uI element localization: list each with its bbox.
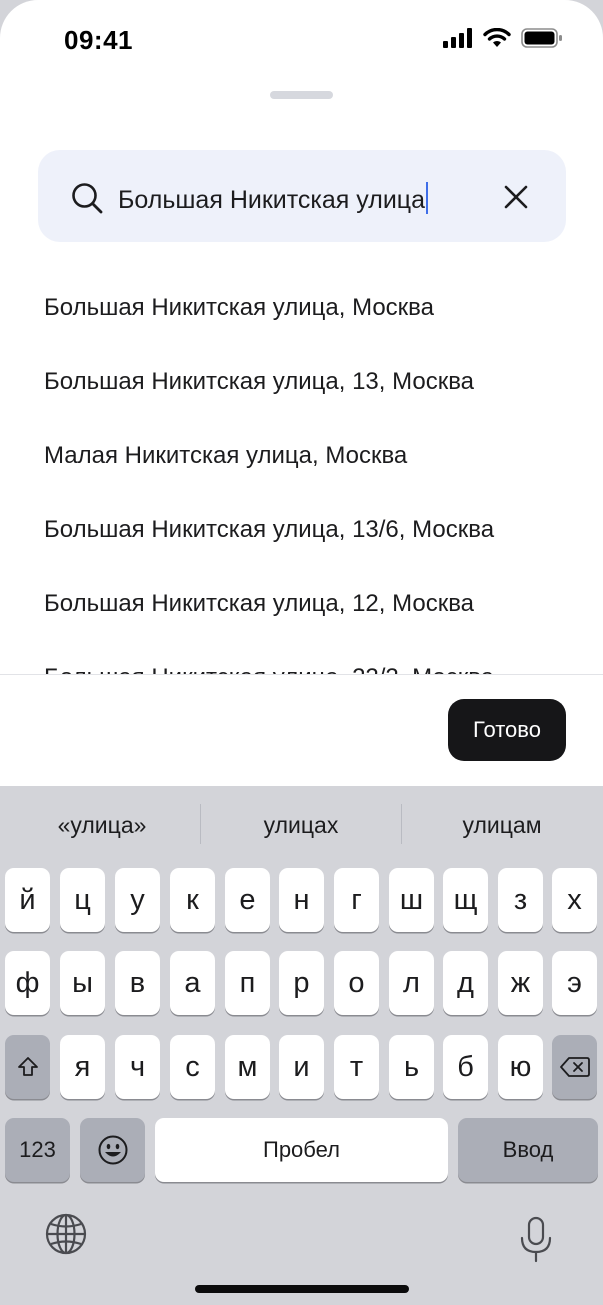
status-time: 09:41 <box>64 25 133 55</box>
key[interactable]: л <box>389 951 434 1015</box>
key[interactable]: г <box>334 868 379 932</box>
prediction-2[interactable]: улицах <box>201 812 401 839</box>
suggestion-item[interactable]: Малая Никитская улица, Москва <box>44 442 407 470</box>
prediction-3[interactable]: улицам <box>402 812 602 839</box>
microphone-icon[interactable] <box>518 1216 554 1264</box>
key[interactable]: д <box>443 951 488 1015</box>
predictive-bar: «улица» улицах улицам <box>0 786 603 864</box>
suggestion-item[interactable]: Большая Никитская улица, 22/2, Москва <box>44 664 494 674</box>
suggestion-item[interactable]: Большая Никитская улица, 12, Москва <box>44 590 474 618</box>
suggestion-item[interactable]: Большая Никитская улица, Москва <box>44 294 434 322</box>
home-indicator <box>195 1285 409 1293</box>
globe-icon[interactable] <box>44 1212 88 1256</box>
key[interactable]: з <box>498 868 543 932</box>
text-caret <box>426 182 429 214</box>
key[interactable]: ь <box>389 1035 434 1099</box>
status-bar: 09:41 <box>0 0 603 80</box>
prediction-1[interactable]: «улица» <box>2 812 202 839</box>
search-input-value: Большая Никитская улица <box>118 186 426 214</box>
search-input[interactable]: Большая Никитская улица <box>118 182 429 215</box>
key[interactable]: ы <box>60 951 105 1015</box>
shift-key[interactable] <box>5 1035 50 1099</box>
suggestion-item[interactable]: Большая Никитская улица, 13, Москва <box>44 368 474 396</box>
space-key[interactable]: Пробел <box>155 1118 448 1182</box>
key[interactable]: ч <box>115 1035 160 1099</box>
key[interactable]: и <box>279 1035 324 1099</box>
screen: 09:41 Большая Никитская улица Большая Ни… <box>0 0 603 1305</box>
search-sheet: 09:41 Большая Никитская улица Большая Ни… <box>0 0 603 786</box>
key[interactable]: е <box>225 868 270 932</box>
cellular-signal-icon <box>443 28 472 48</box>
key[interactable]: я <box>60 1035 105 1099</box>
divider <box>0 674 603 675</box>
key[interactable]: м <box>225 1035 270 1099</box>
return-key[interactable]: Ввод <box>458 1118 598 1182</box>
key[interactable]: п <box>225 951 270 1015</box>
key[interactable]: ш <box>389 868 434 932</box>
status-icons <box>443 28 563 48</box>
emoji-icon <box>98 1135 127 1165</box>
key[interactable]: ц <box>60 868 105 932</box>
key[interactable]: к <box>170 868 215 932</box>
emoji-key[interactable] <box>80 1118 145 1182</box>
battery-icon <box>521 28 562 48</box>
key[interactable]: о <box>334 951 379 1015</box>
key[interactable]: с <box>170 1035 215 1099</box>
key[interactable]: х <box>552 868 597 932</box>
key[interactable]: щ <box>443 868 488 932</box>
key[interactable]: ж <box>498 951 543 1015</box>
key[interactable]: н <box>279 868 324 932</box>
delete-key[interactable] <box>552 1035 597 1099</box>
shift-icon <box>17 1057 38 1076</box>
key[interactable]: ф <box>5 951 50 1015</box>
key[interactable]: р <box>279 951 324 1015</box>
key[interactable]: т <box>334 1035 379 1099</box>
key[interactable]: ю <box>498 1035 543 1099</box>
key[interactable]: а <box>170 951 215 1015</box>
numbers-key[interactable]: 123 <box>5 1118 70 1182</box>
search-field[interactable]: Большая Никитская улица <box>38 150 566 242</box>
search-icon <box>72 183 103 214</box>
suggestion-item[interactable]: Большая Никитская улица, 13/6, Москва <box>44 516 494 544</box>
key[interactable]: у <box>115 868 160 932</box>
clear-icon[interactable] <box>502 183 530 211</box>
key[interactable]: й <box>5 868 50 932</box>
wifi-icon <box>483 28 511 47</box>
done-button[interactable]: Готово <box>448 699 566 761</box>
sheet-grabber[interactable] <box>270 91 333 99</box>
keyboard: «улица» улицах улицам й ц у к е н г ш щ … <box>0 786 603 1305</box>
suggestion-list: Большая Никитская улица, Москва Большая … <box>0 270 603 674</box>
key[interactable]: в <box>115 951 160 1015</box>
key[interactable]: б <box>443 1035 488 1099</box>
key[interactable]: э <box>552 951 597 1015</box>
delete-icon <box>559 1057 590 1077</box>
